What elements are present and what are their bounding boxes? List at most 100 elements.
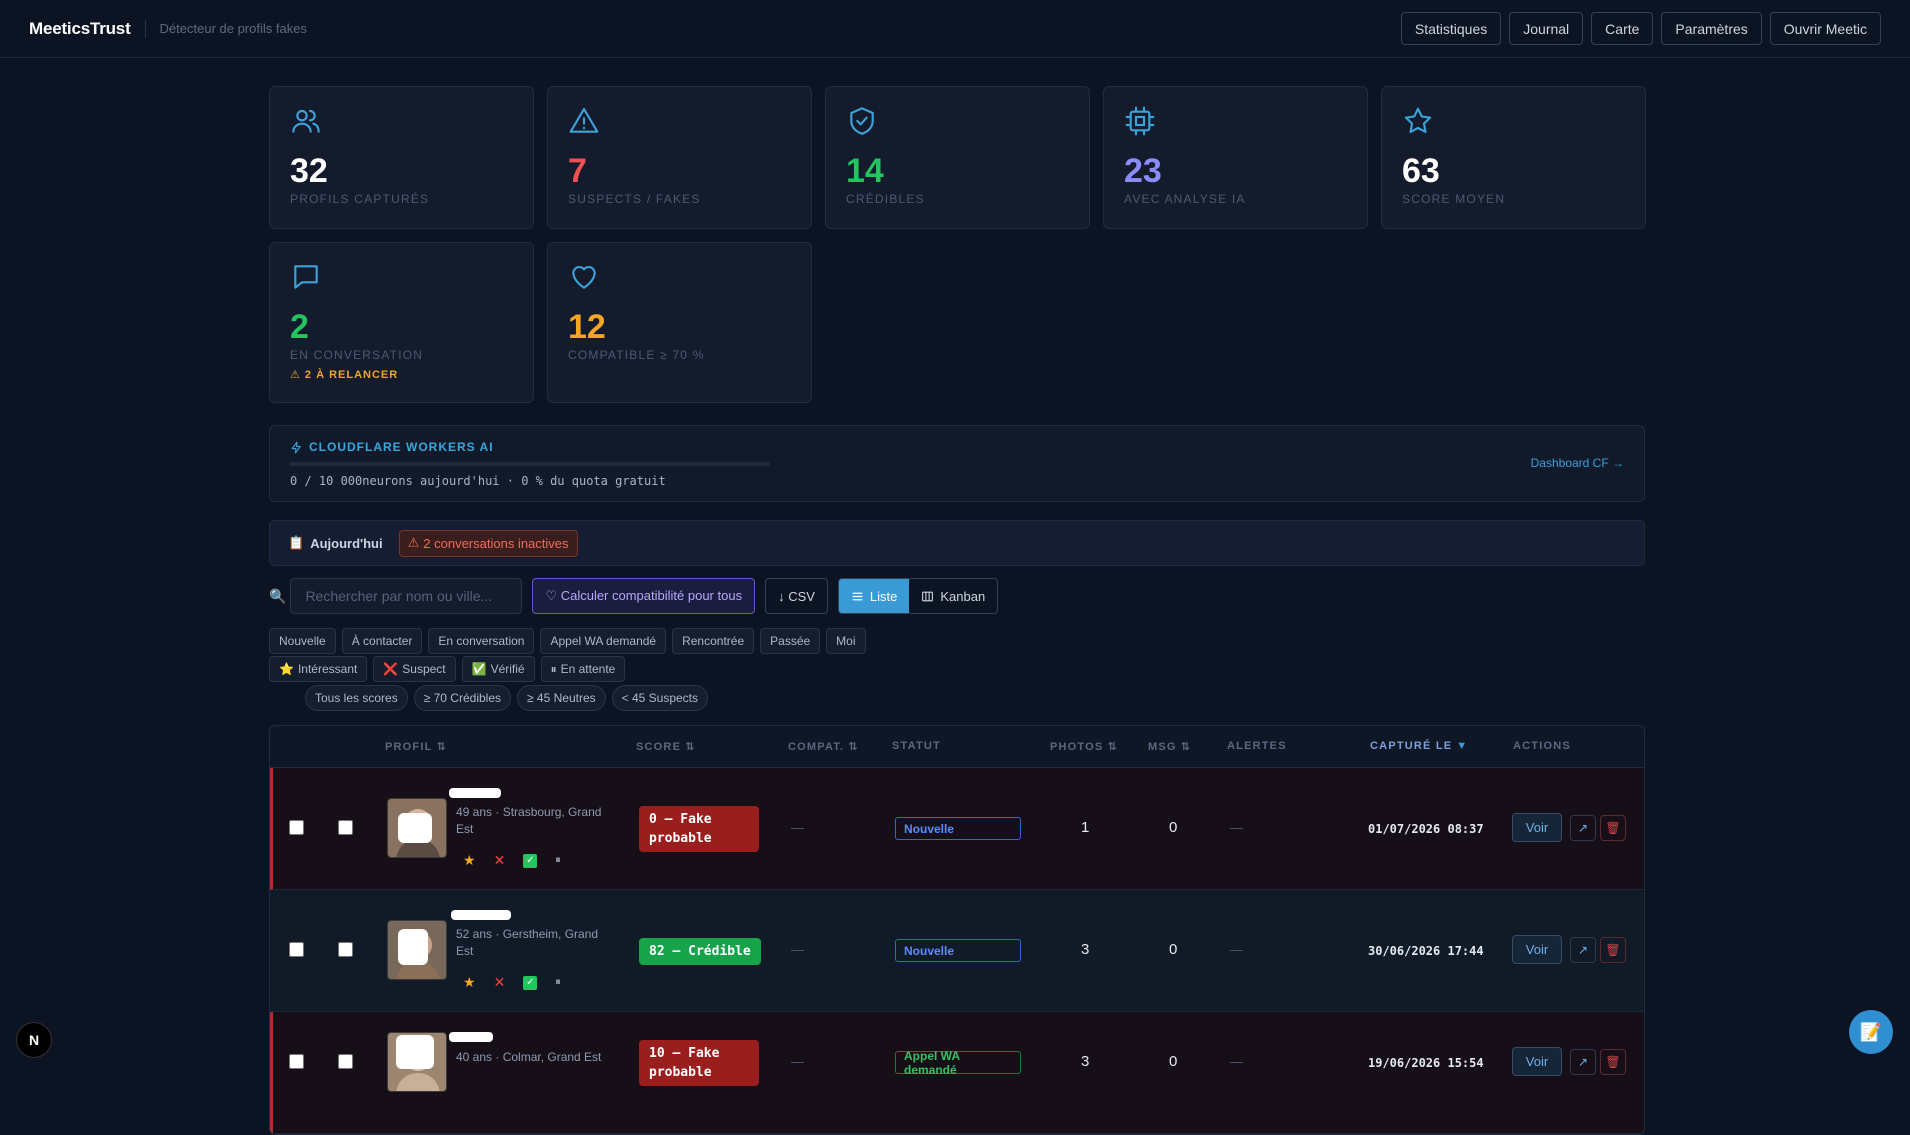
filter-credible-scores[interactable]: ≥ 70 Crédibles (413, 685, 511, 711)
header-label: ACTIONS (1513, 740, 1571, 752)
filter-label: Suspect (402, 662, 446, 676)
dashboard-cf-link[interactable]: Dashboard CF → (1531, 456, 1624, 470)
star-icon[interactable]: ★ (463, 974, 476, 991)
check-icon[interactable]: ✓ (523, 975, 538, 990)
quota-usage-text: 0 / 10 000neurons aujourd'hui · 0 % du q… (290, 474, 666, 488)
header-profile[interactable]: PROFIL ⇅ (385, 740, 447, 754)
stat-label: AVEC ANALYSE IA (1124, 192, 1246, 206)
compute-compatibility-button[interactable]: ♡ Calculer compatibilité pour tous (532, 578, 756, 614)
pause-icon[interactable]: ⏸ (555, 854, 561, 867)
delete-icon[interactable]: 🗑 (1600, 937, 1626, 963)
table-row[interactable]: 40 ans · Colmar, Grand Est 10 — Fake pro… (270, 1012, 1644, 1134)
view-kanban-label: Kanban (940, 588, 986, 604)
filter-nouvelle[interactable]: Nouvelle (269, 628, 336, 654)
row-secondary-checkbox[interactable] (338, 1054, 353, 1069)
view-button[interactable]: Voir (1512, 813, 1562, 842)
header-label: SCORE (636, 740, 682, 753)
filter-suspect-scores[interactable]: < 45 Suspects (611, 685, 709, 711)
nav-carte-button[interactable]: Carte (1591, 12, 1654, 45)
msg-count: 0 (1169, 941, 1178, 958)
main-content: 32 PROFILS CAPTURÉS 7 SUSPECTS / FAKES 1… (269, 86, 1646, 1135)
open-external-icon[interactable]: ↗ (1570, 1049, 1596, 1075)
header-compat[interactable]: COMPAT. ⇅ (788, 740, 859, 754)
header-actions: ACTIONS (1513, 740, 1571, 752)
stats-grid: 32 PROFILS CAPTURÉS 7 SUSPECTS / FAKES 1… (269, 86, 1646, 403)
filter-suspect[interactable]: ❌ Suspect (373, 656, 456, 682)
relaunch-warning[interactable]: ⚠ 2 À RELANCER (290, 368, 513, 381)
row-select-checkbox[interactable] (289, 820, 304, 835)
stat-card-credibles: 14 CRÉDIBLES (825, 86, 1090, 229)
delete-icon[interactable]: 🗑 (1600, 1049, 1626, 1075)
check-icon[interactable]: ✓ (523, 853, 538, 868)
header-score[interactable]: SCORE ⇅ (636, 740, 696, 754)
filter-verifie[interactable]: ✅ Vérifié (461, 656, 535, 682)
filter-moi[interactable]: Moi (826, 628, 866, 654)
search-input[interactable] (290, 578, 523, 614)
row-secondary-checkbox[interactable] (338, 820, 353, 835)
stat-card-profiles: 32 PROFILS CAPTURÉS (269, 86, 534, 229)
filter-all-scores[interactable]: Tous les scores (305, 685, 408, 711)
status-select[interactable]: Nouvelle (895, 939, 1021, 962)
status-select[interactable]: Nouvelle (895, 817, 1021, 840)
dev-tools-badge[interactable]: N (16, 1022, 52, 1058)
filter-rencontree[interactable]: Rencontrée (672, 628, 755, 654)
notes-fab-button[interactable]: 📝 (1849, 1010, 1893, 1054)
heart-icon (572, 265, 596, 289)
name-redaction (451, 910, 511, 920)
top-bar: MeeticsTrust Détecteur de profils fakes … (0, 0, 1910, 58)
status-select[interactable]: Appel WA demandé (895, 1049, 1021, 1077)
compat-value: — (791, 820, 804, 835)
cross-icon[interactable]: ✕ (494, 852, 506, 869)
filter-a-contacter[interactable]: À contacter (341, 628, 423, 654)
filter-neutral-scores[interactable]: ≥ 45 Neutres (517, 685, 606, 711)
filter-interessant[interactable]: ⭐ Intéressant (269, 656, 368, 682)
filter-appel-wa[interactable]: Appel WA demandé (540, 628, 667, 654)
row-secondary-checkbox[interactable] (338, 942, 353, 957)
open-external-icon[interactable]: ↗ (1570, 815, 1596, 841)
pause-icon[interactable]: ⏸ (555, 976, 561, 989)
view-kanban-button[interactable]: Kanban (909, 579, 997, 613)
cpu-icon (1125, 106, 1155, 136)
view-button[interactable]: Voir (1512, 935, 1562, 964)
header-captured[interactable]: CAPTURÉ LE ▼ (1370, 740, 1468, 752)
row-select-checkbox[interactable] (289, 942, 304, 957)
header-msg[interactable]: MSG ⇅ (1148, 740, 1191, 754)
open-meetic-button[interactable]: Ouvrir Meetic (1769, 12, 1881, 45)
search-icon: 🔍 (269, 587, 287, 604)
header-photos[interactable]: PHOTOS ⇅ (1050, 740, 1118, 754)
nav-journal-button[interactable]: Journal (1509, 12, 1584, 45)
filter-en-attente[interactable]: ⏸ En attente (540, 656, 626, 682)
name-redaction (449, 1032, 493, 1042)
filter-passee[interactable]: Passée (760, 628, 821, 654)
header-label: COMPAT. (788, 740, 845, 753)
avatar[interactable] (387, 920, 447, 980)
brand-logo[interactable]: MeeticsTrust (29, 19, 131, 39)
header-alerts: ALERTES (1227, 740, 1287, 752)
star-icon[interactable]: ★ (463, 852, 476, 869)
cross-icon[interactable]: ✕ (494, 974, 506, 991)
msg-count: 0 (1169, 1053, 1178, 1070)
table-row[interactable]: 49 ans · Strasbourg, Grand Est ★ ✕ ✓ ⏸ 0… (270, 768, 1644, 890)
stat-value: 14 (846, 152, 884, 190)
list-icon (852, 592, 863, 600)
sort-desc-icon: ▼ (1456, 740, 1469, 752)
view-button[interactable]: Voir (1512, 1047, 1562, 1076)
stat-label: COMPATIBLE ≥ 70 % (568, 348, 705, 362)
row-select-checkbox[interactable] (289, 1054, 304, 1069)
avatar[interactable] (387, 798, 447, 858)
inactive-conversations-badge[interactable]: ⚠ 2 conversations inactives (398, 529, 578, 557)
sort-icon: ⇅ (436, 741, 447, 753)
filter-en-conversation[interactable]: En conversation (428, 628, 535, 654)
profiles-table: PROFIL ⇅ SCORE ⇅ COMPAT. ⇅ STATUT PHOTOS ⇅ M… (269, 725, 1645, 1135)
view-list-button[interactable]: Liste (838, 579, 910, 613)
csv-export-button[interactable]: ↓ CSV (765, 578, 828, 614)
header-label: PHOTOS (1050, 740, 1104, 753)
nav-statistiques-button[interactable]: Statistiques (1400, 12, 1502, 45)
avatar[interactable] (387, 1032, 447, 1092)
stat-card-compatible: 12 COMPATIBLE ≥ 70 % (547, 242, 812, 403)
table-row[interactable]: 52 ans · Gerstheim, Grand Est ★ ✕ ✓ ⏸ 82… (270, 890, 1644, 1012)
open-external-icon[interactable]: ↗ (1570, 937, 1596, 963)
nav-parametres-button[interactable]: Paramètres (1661, 12, 1762, 45)
delete-icon[interactable]: 🗑 (1600, 815, 1626, 841)
status-filters: Nouvelle À contacter En conversation App… (269, 628, 1645, 654)
